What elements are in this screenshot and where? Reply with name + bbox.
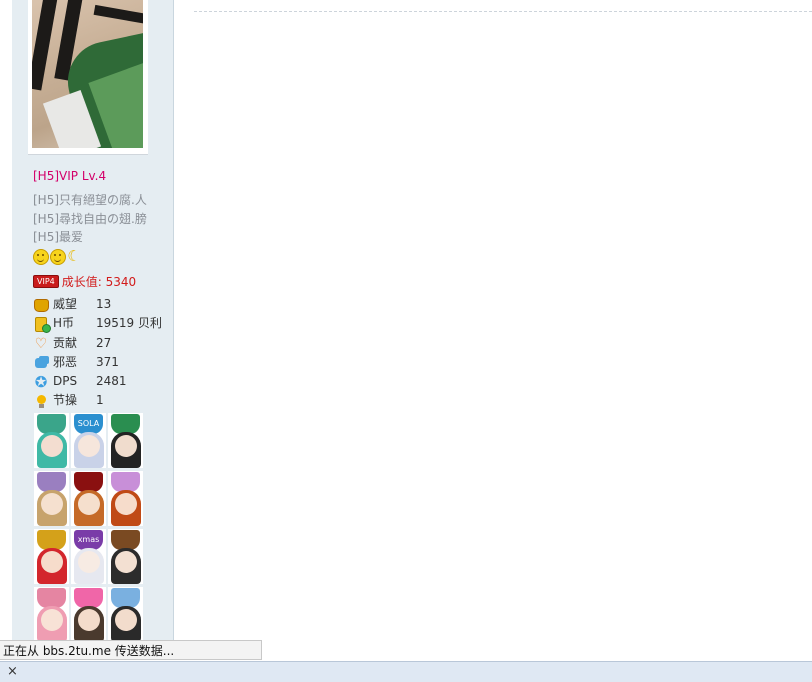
medal-gold-wings[interactable]: [34, 529, 69, 584]
medal-sola[interactable]: SOLA: [71, 413, 106, 468]
close-icon[interactable]: ×: [7, 664, 18, 679]
moon-emote: ☾: [67, 247, 81, 265]
heart-icon: ♡: [34, 335, 48, 352]
medal-xmas[interactable]: xmas: [71, 529, 106, 584]
bulb-icon: [33, 393, 49, 409]
custom-title: [H5]最爱: [33, 230, 84, 244]
medal-green-teal[interactable]: [34, 413, 69, 468]
medal-row: SOLA: [34, 413, 145, 471]
stat-value: 2481: [96, 374, 127, 389]
smile-emote: [33, 249, 49, 265]
stat-label: DPS: [53, 374, 78, 389]
smile-emote: [50, 249, 66, 265]
stat-value: 27: [96, 335, 112, 350]
medal-row: [34, 471, 145, 529]
stat-label: 邪恶: [53, 354, 78, 369]
user-group-title[interactable]: [H5]VIP Lv.4: [33, 169, 106, 183]
user-profile-sidebar: [H5]VIP Lv.4 [H5]只有絕望の腐.人 [H5]尋找自由の翅.膀 […: [12, 0, 174, 642]
coins-icon: [33, 316, 51, 333]
custom-title: [H5]尋找自由の翅.膀: [33, 211, 147, 226]
custom-title: [H5]只有絕望の腐.人: [33, 193, 147, 207]
growth-text: 成长值: 5340: [61, 275, 137, 289]
growth-value[interactable]: VIP4 成长值: 5340: [33, 273, 136, 289]
medal-label: SOLA: [74, 414, 103, 434]
vip-badge-icon: VIP4: [33, 275, 59, 288]
medal-heart[interactable]: [71, 587, 106, 642]
star-icon: ✪: [34, 373, 48, 392]
stat-value: 371: [96, 354, 119, 369]
stat-label: 节操: [53, 393, 78, 408]
puzzle-icon: [33, 355, 49, 371]
medal-brown-badge[interactable]: [108, 529, 143, 584]
post-divider: [194, 11, 812, 12]
medal-lollipop[interactable]: [108, 587, 143, 642]
stat-value: 13: [96, 297, 112, 311]
medal-sword-black[interactable]: [108, 413, 143, 468]
stat-label: 贡献: [53, 335, 78, 350]
medal-label: xmas: [74, 530, 103, 550]
medal-red-dark[interactable]: [71, 471, 106, 526]
crown-icon: [33, 297, 49, 313]
stat-label: H币: [53, 316, 75, 331]
post-content-area: [174, 0, 812, 640]
avatar[interactable]: [28, 0, 148, 155]
medal-purple-snow[interactable]: [34, 471, 69, 526]
medal-row: xmas: [34, 529, 145, 587]
medal-grid: SOLA xmas: [34, 413, 145, 645]
medal-row: [34, 587, 145, 645]
medal-pink-orange[interactable]: [108, 471, 143, 526]
medal-pink-ribbon[interactable]: [34, 587, 69, 642]
stat-label: 威望: [53, 297, 78, 311]
stat-value: 1: [96, 393, 104, 408]
bottom-toolbar: ×: [0, 661, 812, 682]
status-bar: 正在从 bbs.2tu.me 传送数据...: [0, 640, 262, 660]
custom-titles: [H5]只有絕望の腐.人 [H5]尋找自由の翅.膀 [H5]最爱: [33, 191, 147, 247]
user-emotes: ☾: [33, 249, 82, 265]
stat-value: 19519 贝利: [96, 316, 162, 331]
left-gutter: [0, 0, 12, 640]
avatar-image: [32, 0, 143, 148]
